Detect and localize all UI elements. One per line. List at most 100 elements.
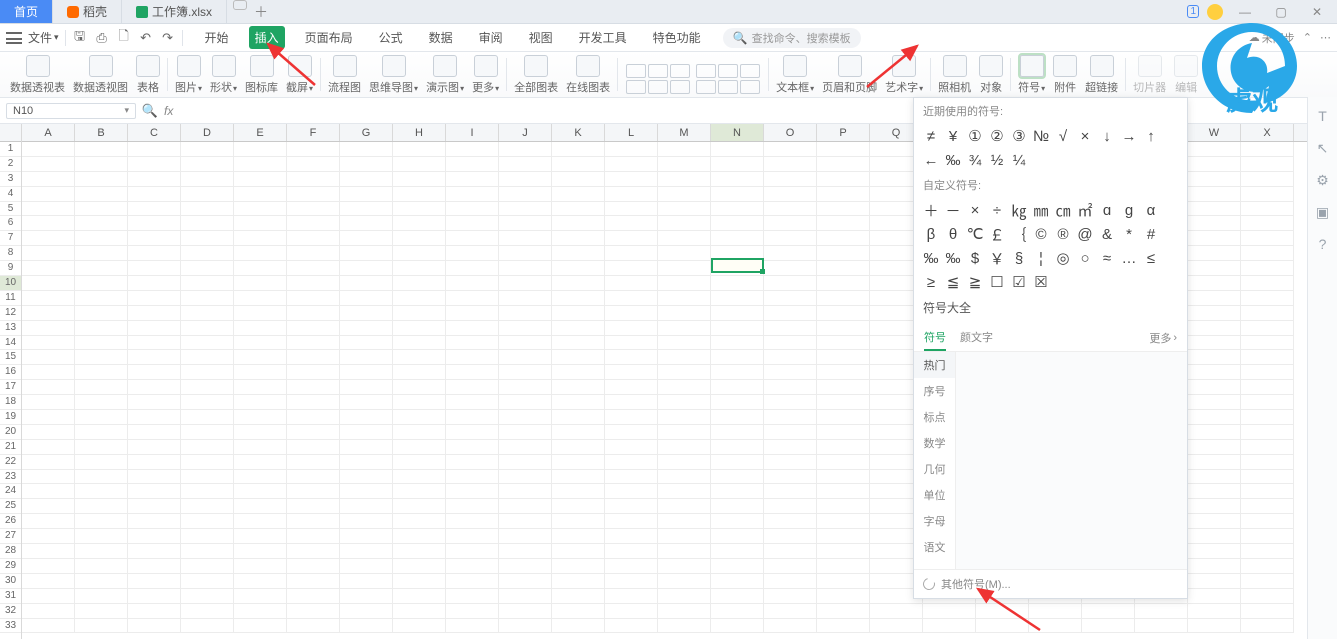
- row-header-14[interactable]: 14: [0, 336, 21, 351]
- ribbon-options-icon[interactable]: ⋯: [1320, 31, 1331, 44]
- row-header-17[interactable]: 17: [0, 380, 21, 395]
- ribbon-tab-1[interactable]: 插入: [249, 26, 285, 49]
- recent-sym-10[interactable]: ↑: [1140, 124, 1162, 148]
- row-header-16[interactable]: 16: [0, 365, 21, 380]
- collapse-ribbon-icon[interactable]: ⌃: [1303, 31, 1312, 44]
- custom-sym-16[interactable]: ©: [1030, 222, 1052, 246]
- custom-sym-2[interactable]: ×: [964, 198, 986, 222]
- cloud-badge[interactable]: 1: [1187, 5, 1199, 18]
- col-header-O[interactable]: O: [764, 124, 817, 141]
- col-header-A[interactable]: A: [22, 124, 75, 141]
- ribbon-tab-7[interactable]: 开发工具: [573, 26, 633, 49]
- category-3[interactable]: 数学: [914, 430, 955, 456]
- custom-sym-29[interactable]: ○: [1074, 246, 1096, 270]
- ribbon-tab-0[interactable]: 开始: [199, 26, 235, 49]
- user-avatar-icon[interactable]: [1207, 4, 1223, 20]
- row-header-22[interactable]: 22: [0, 455, 21, 470]
- custom-sym-38[interactable]: ☒: [1030, 270, 1052, 294]
- custom-sym-20[interactable]: *: [1118, 222, 1140, 246]
- custom-sym-12[interactable]: θ: [942, 222, 964, 246]
- col-header-K[interactable]: K: [552, 124, 605, 141]
- custom-sym-18[interactable]: @: [1074, 222, 1096, 246]
- col-header-D[interactable]: D: [181, 124, 234, 141]
- ribbon-切片器[interactable]: 切片器: [1129, 55, 1170, 95]
- recent-sym-2[interactable]: ①: [964, 124, 986, 148]
- row-header-6[interactable]: 6: [0, 216, 21, 231]
- rail-select-icon[interactable]: T: [1314, 107, 1332, 125]
- category-4[interactable]: 几何: [914, 456, 955, 482]
- custom-sym-1[interactable]: －: [942, 198, 964, 222]
- row-header-26[interactable]: 26: [0, 514, 21, 529]
- row-header-2[interactable]: 2: [0, 157, 21, 172]
- col-header-E[interactable]: E: [234, 124, 287, 141]
- ribbon-更多[interactable]: 更多▾: [468, 55, 503, 95]
- custom-sym-33[interactable]: ≥: [920, 270, 942, 294]
- select-all-corner[interactable]: [0, 124, 21, 142]
- row-header-13[interactable]: 13: [0, 321, 21, 336]
- category-5[interactable]: 单位: [914, 482, 955, 508]
- custom-sym-25[interactable]: ￥: [986, 246, 1008, 270]
- row-header-9[interactable]: 9: [0, 261, 21, 276]
- ribbon-tab-2[interactable]: 页面布局: [299, 26, 359, 49]
- custom-sym-34[interactable]: ≦: [942, 270, 964, 294]
- custom-sym-21[interactable]: #: [1140, 222, 1162, 246]
- ribbon-tab-5[interactable]: 审阅: [473, 26, 509, 49]
- command-search[interactable]: 🔍 查找命令、搜索模板: [723, 28, 861, 48]
- ribbon-编辑[interactable]: 编辑: [1170, 55, 1202, 95]
- ribbon-tab-8[interactable]: 特色功能: [647, 26, 707, 49]
- row-header-28[interactable]: 28: [0, 544, 21, 559]
- col-header-X[interactable]: X: [1241, 124, 1294, 141]
- ribbon-tab-3[interactable]: 公式: [373, 26, 409, 49]
- custom-sym-3[interactable]: ÷: [986, 198, 1008, 222]
- ribbon-在线图表[interactable]: 在线图表: [562, 55, 614, 95]
- custom-sym-14[interactable]: ￡: [986, 222, 1008, 246]
- col-header-G[interactable]: G: [340, 124, 393, 141]
- row-header-31[interactable]: 31: [0, 589, 21, 604]
- custom-sym-28[interactable]: ◎: [1052, 246, 1074, 270]
- fx-label[interactable]: fx: [164, 104, 173, 118]
- custom-sym-9[interactable]: ɡ: [1118, 198, 1140, 222]
- row-header-32[interactable]: 32: [0, 604, 21, 619]
- tab-workbook[interactable]: 工作簿.xlsx: [122, 0, 227, 23]
- maximize-button[interactable]: ▢: [1267, 3, 1295, 21]
- custom-sym-6[interactable]: ㎝: [1052, 198, 1074, 222]
- row-header-7[interactable]: 7: [0, 231, 21, 246]
- custom-sym-27[interactable]: ¦: [1030, 246, 1052, 270]
- ribbon-附件[interactable]: 附件: [1049, 55, 1081, 95]
- col-header-C[interactable]: C: [128, 124, 181, 141]
- row-header-15[interactable]: 15: [0, 350, 21, 365]
- row-header-20[interactable]: 20: [0, 425, 21, 440]
- menu-icon[interactable]: [6, 32, 22, 44]
- ribbon-tab-6[interactable]: 视图: [523, 26, 559, 49]
- custom-sym-26[interactable]: §: [1008, 246, 1030, 270]
- close-button[interactable]: ✕: [1303, 3, 1331, 21]
- custom-sym-35[interactable]: ≧: [964, 270, 986, 294]
- custom-sym-5[interactable]: ㎜: [1030, 198, 1052, 222]
- recent-sym-11[interactable]: ←: [920, 148, 942, 172]
- active-cell[interactable]: [711, 258, 764, 273]
- col-header-P[interactable]: P: [817, 124, 870, 141]
- row-header-27[interactable]: 27: [0, 529, 21, 544]
- ribbon-mini[interactable]: [621, 63, 765, 95]
- recent-sym-1[interactable]: ¥: [942, 124, 964, 148]
- row-header-8[interactable]: 8: [0, 246, 21, 261]
- tab-symbols[interactable]: 符号: [924, 325, 946, 351]
- row-header-30[interactable]: 30: [0, 574, 21, 589]
- category-0[interactable]: 热门: [914, 352, 955, 378]
- col-header-J[interactable]: J: [499, 124, 552, 141]
- more-link[interactable]: 更多 ›: [1149, 325, 1177, 351]
- row-header-19[interactable]: 19: [0, 410, 21, 425]
- row-header-25[interactable]: 25: [0, 499, 21, 514]
- rail-help-icon[interactable]: ?: [1314, 235, 1332, 253]
- recent-sym-8[interactable]: ↓: [1096, 124, 1118, 148]
- ribbon-数据透视表[interactable]: 数据透视表: [6, 55, 69, 95]
- row-header-3[interactable]: 3: [0, 172, 21, 187]
- row-header-1[interactable]: 1: [0, 142, 21, 157]
- ribbon-符号[interactable]: 符号▾: [1014, 55, 1049, 95]
- ribbon-数据透视图[interactable]: 数据透视图: [69, 55, 132, 95]
- ribbon-截屏[interactable]: 截屏▾: [282, 55, 317, 95]
- name-box[interactable]: N10 ▾: [6, 103, 136, 119]
- category-2[interactable]: 标点: [914, 404, 955, 430]
- custom-sym-19[interactable]: &: [1096, 222, 1118, 246]
- minimize-button[interactable]: —: [1231, 3, 1259, 21]
